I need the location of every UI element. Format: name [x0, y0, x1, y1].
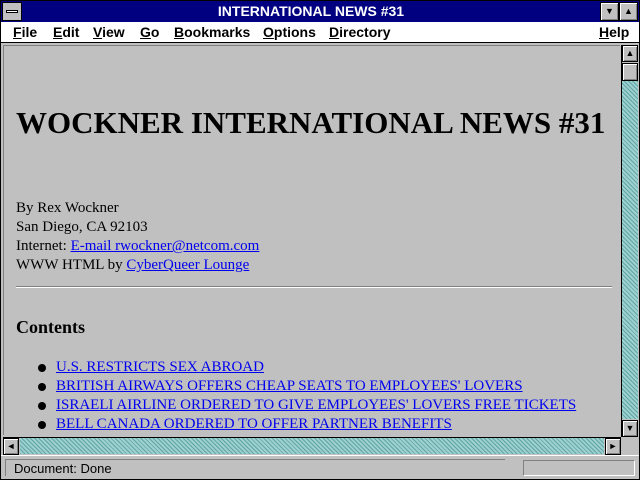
vertical-scroll-track[interactable]: [622, 63, 638, 419]
bullet-icon: [38, 402, 46, 410]
contents-link[interactable]: BELL CANADA ORDERED TO OFFER PARTNER BEN…: [56, 416, 452, 432]
maximize-button[interactable]: ▲: [619, 2, 638, 21]
triangle-down-icon: ▼: [605, 6, 614, 16]
arrow-up-icon: ▲: [625, 48, 635, 58]
menu-bookmarks[interactable]: Bookmarks: [174, 24, 250, 40]
triangle-up-icon: ▲: [624, 6, 633, 16]
bullet-icon: [38, 421, 46, 429]
list-item: ISRAELI AIRLINE ORDERED TO GIVE EMPLOYEE…: [16, 396, 576, 415]
status-text: Document: Done: [5, 459, 505, 476]
menu-options[interactable]: Options: [263, 24, 316, 40]
horizontal-rule: [16, 286, 612, 288]
page-heading: WOCKNER INTERNATIONAL NEWS #31: [16, 105, 606, 140]
vertical-scroll-thumb[interactable]: [622, 63, 638, 81]
menu-help[interactable]: Help: [599, 24, 629, 40]
menu-edit[interactable]: Edit: [53, 24, 79, 40]
horizontal-scroll-track[interactable]: [20, 438, 604, 454]
location: San Diego, CA 92103: [16, 219, 148, 235]
document-view[interactable]: WOCKNER INTERNATIONAL NEWS #31 By Rex Wo…: [3, 45, 620, 435]
arrow-right-icon: ►: [608, 441, 618, 451]
menu-file[interactable]: File: [13, 24, 37, 40]
scroll-up-button[interactable]: ▲: [622, 45, 638, 62]
progress-indicator: [523, 460, 635, 476]
minimize-button[interactable]: ▼: [600, 2, 619, 21]
menu-go[interactable]: Go: [140, 24, 159, 40]
system-menu-button[interactable]: [2, 2, 22, 21]
menu-bar: File Edit View Go Bookmarks Options Dire…: [1, 22, 639, 43]
scroll-right-button[interactable]: ►: [605, 438, 621, 455]
email-link[interactable]: E-mail rwockner@netcom.com: [71, 238, 260, 254]
bullet-icon: [38, 383, 46, 391]
internet-label: Internet:: [16, 238, 67, 254]
contents-heading: Contents: [16, 317, 86, 337]
bullet-icon: [38, 364, 46, 372]
title-bar[interactable]: INTERNATIONAL NEWS #31 ▼ ▲: [1, 1, 639, 22]
list-item: BELL CANADA ORDERED TO OFFER PARTNER BEN…: [16, 415, 576, 434]
scroll-left-button[interactable]: ◄: [3, 438, 19, 455]
www-line: WWW HTML by CyberQueer Lounge: [16, 256, 249, 275]
www-label: WWW HTML by: [16, 257, 123, 273]
arrow-down-icon: ▼: [625, 423, 635, 433]
list-item: BRITISH AIRWAYS OFFERS CHEAP SEATS TO EM…: [16, 377, 576, 396]
contents-link[interactable]: ISRAELI AIRLINE ORDERED TO GIVE EMPLOYEE…: [56, 397, 576, 413]
internet-line: Internet: E-mail rwockner@netcom.com: [16, 237, 259, 256]
contents-link[interactable]: U.S. RESTRICTS SEX ABROAD: [56, 359, 264, 375]
cyberqueer-lounge-link[interactable]: CyberQueer Lounge: [126, 257, 249, 273]
status-bar: Document: Done: [1, 455, 639, 479]
list-item: U.S. RESTRICTS SEX ABROAD: [16, 358, 576, 377]
contents-list: U.S. RESTRICTS SEX ABROAD BRITISH AIRWAY…: [16, 358, 576, 434]
byline: By Rex Wockner: [16, 200, 119, 216]
arrow-left-icon: ◄: [6, 441, 16, 451]
system-menu-icon: [6, 10, 18, 13]
horizontal-scrollbar[interactable]: ◄ ►: [3, 437, 621, 455]
vertical-scrollbar[interactable]: ▲ ▼: [621, 45, 638, 437]
browser-window: INTERNATIONAL NEWS #31 ▼ ▲ File Edit Vie…: [0, 0, 640, 480]
menu-view[interactable]: View: [93, 24, 125, 40]
window-title: INTERNATIONAL NEWS #31: [217, 3, 405, 19]
scroll-down-button[interactable]: ▼: [622, 420, 638, 437]
scrollbar-corner: [621, 437, 638, 454]
menu-directory[interactable]: Directory: [329, 24, 390, 40]
contents-link[interactable]: BRITISH AIRWAYS OFFERS CHEAP SEATS TO EM…: [56, 378, 523, 394]
